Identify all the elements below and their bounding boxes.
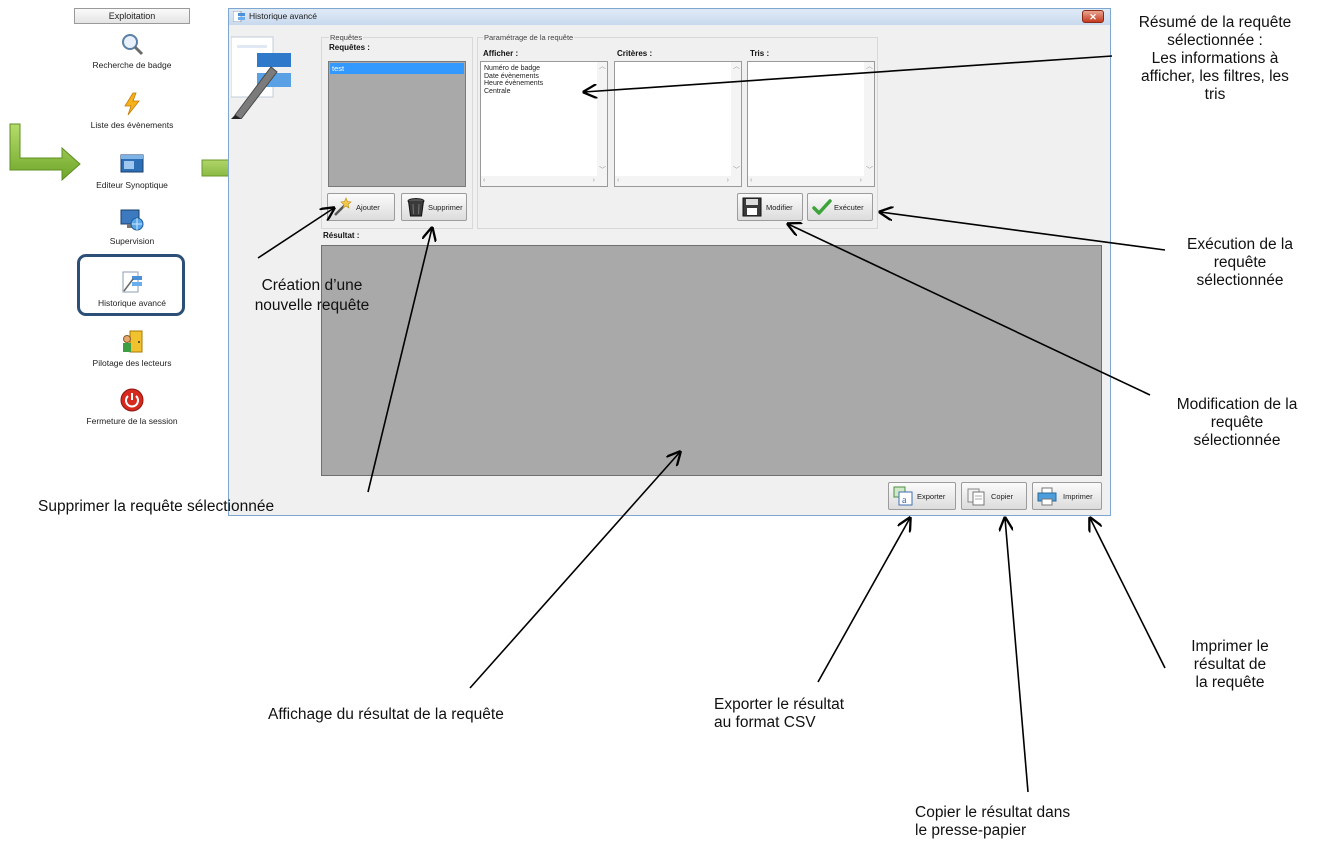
annotation-modify: Modification de la requête sélectionnée xyxy=(1140,396,1334,450)
annotation-create: Création d’une nouvelle requête xyxy=(222,276,402,316)
annotation-line: la requête xyxy=(1195,674,1265,691)
annotation-line: requête xyxy=(1213,254,1267,271)
annotation-arrows xyxy=(257,55,1166,793)
annotation-print: Imprimer le résultat de la requête xyxy=(1170,638,1290,692)
annotation-arrow-create xyxy=(257,208,334,259)
annotation-arrow-print xyxy=(1090,518,1166,669)
annotation-line: Imprimer le xyxy=(1191,638,1269,655)
annotation-line: afficher, les filtres, les xyxy=(1141,68,1289,85)
annotation-line: Résumé de la requête xyxy=(1138,14,1292,31)
annotation-delete: Supprimer la requête sélectionnée xyxy=(38,498,275,515)
annotation-copy: Copier le résultat dans le presse-papier xyxy=(915,804,1155,840)
annotation-export: Exporter le résultat au format CSV xyxy=(714,696,914,732)
annotation-arrow-delete xyxy=(367,228,432,493)
annotation-arrow-export xyxy=(817,518,910,683)
annotation-line: Exécution de la xyxy=(1187,236,1293,253)
annotation-line: nouvelle requête xyxy=(254,297,370,314)
annotation-arrow-execute xyxy=(880,212,1166,251)
annotation-arrow-copy xyxy=(1005,518,1029,793)
annotation-arrow-summary xyxy=(584,55,1113,92)
annotation-line: Les informations à xyxy=(1151,50,1279,67)
annotation-line: Création d’une xyxy=(261,277,363,294)
annotation-line: tris xyxy=(1204,86,1226,103)
annotation-arrow-modify xyxy=(788,224,1151,396)
annotation-summary: Résumé de la requête sélectionnée : Les … xyxy=(1092,14,1338,104)
annotation-line: Copier le résultat dans xyxy=(915,804,1071,821)
annotation-line: au format CSV xyxy=(714,714,816,731)
annotation-line: Modification de la xyxy=(1176,396,1298,413)
annotation-display: Affichage du résultat de la requête xyxy=(268,706,504,723)
annotation-line: sélectionnée xyxy=(1196,272,1284,289)
annotation-line: sélectionnée : xyxy=(1167,32,1263,49)
annotation-arrow-display xyxy=(469,452,680,689)
annotation-line: le presse-papier xyxy=(915,822,1027,839)
annotation-line: requête xyxy=(1210,414,1264,431)
annotation-line: Exporter le résultat xyxy=(714,696,845,713)
annotation-line: sélectionnée xyxy=(1193,432,1281,449)
annotation-line: résultat de xyxy=(1193,656,1267,673)
annotation-execute: Exécution de la requête sélectionnée xyxy=(1150,236,1330,290)
